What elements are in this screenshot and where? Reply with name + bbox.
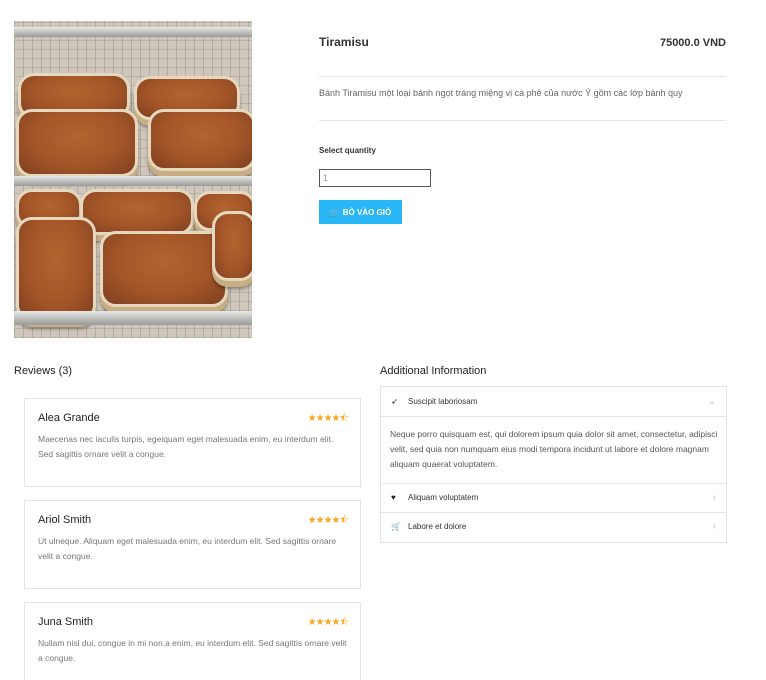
divider (319, 120, 726, 121)
cake (212, 211, 252, 281)
accordion-item-aliquam[interactable]: ♥ Aliquam voluptatem › (381, 483, 726, 512)
chevron-right-icon: › (712, 492, 716, 503)
heart-icon: ♥ (391, 493, 396, 502)
reviewer-name: Alea Grande (38, 412, 100, 424)
reviewer-name: Juna Smith (38, 616, 94, 628)
rocket-icon: ➶ (391, 397, 398, 406)
additional-info-heading: Additional Information (380, 365, 487, 377)
product-image (14, 21, 252, 338)
cake (148, 109, 252, 171)
chevron-down-icon: ⌄ (707, 396, 716, 407)
accordion-label: Suscipit laboriosam (408, 397, 478, 406)
review-card: Alea Grande ★★★★⯪ Maecenas nec iaculis t… (24, 398, 361, 487)
add-to-cart-label: BỎ VÀO GIỎ (342, 207, 392, 217)
reviews-heading: Reviews (3) (14, 365, 73, 377)
star-rating: ★★★★⯪ (307, 413, 349, 424)
product-title: Tiramisu (319, 35, 369, 49)
accordion-item-suscipit[interactable]: ➶ Suscipit laboriosam ⌄ (381, 387, 726, 416)
tray (14, 311, 252, 325)
quantity-input[interactable] (319, 169, 431, 187)
review-text: Nullam nisl dui, congue in mi non,a enim… (38, 638, 347, 663)
cake (16, 109, 138, 177)
accordion-label: Aliquam voluptatem (408, 493, 479, 502)
product-description: Bánh Tiramisu một loại bánh ngọt tráng m… (319, 88, 683, 98)
cake (16, 217, 96, 321)
star-rating: ★★★★⯪ (307, 617, 349, 628)
add-to-cart-button[interactable]: 🛒 BỎ VÀO GIỎ (319, 200, 402, 224)
accordion-item-labore[interactable]: 🛒 Labore et dolore › (381, 512, 726, 541)
tray (14, 176, 252, 186)
cart-icon: 🛒 (391, 522, 401, 531)
review-text: Maecenas nec iaculis turpis, egeiquam eg… (38, 434, 334, 459)
chevron-right-icon: › (712, 521, 716, 532)
divider (319, 76, 726, 77)
review-text: Ut ulneque. Aliquam eget malesuada enim,… (38, 536, 337, 561)
review-card: Ariol Smith ★★★★⯪ Ut ulneque. Aliquam eg… (24, 500, 361, 589)
cake (100, 231, 228, 307)
divider (381, 416, 726, 417)
additional-info-accordion: ➶ Suscipit laboriosam ⌄ Neque porro quis… (380, 386, 727, 543)
accordion-body: Neque porro quisquam est, qui dolorem ip… (390, 429, 718, 469)
accordion-label: Labore et dolore (408, 522, 467, 531)
tray (14, 27, 252, 37)
cart-icon: 🛒 (329, 207, 340, 217)
reviewer-name: Ariol Smith (38, 514, 92, 526)
star-rating: ★★★★⯪ (307, 515, 349, 526)
cake (80, 189, 194, 235)
review-card: Juna Smith ★★★★⯪ Nullam nisl dui, congue… (24, 602, 361, 680)
quantity-label: Select quantity (319, 146, 376, 155)
product-price: 75000.0 VND (659, 37, 726, 49)
